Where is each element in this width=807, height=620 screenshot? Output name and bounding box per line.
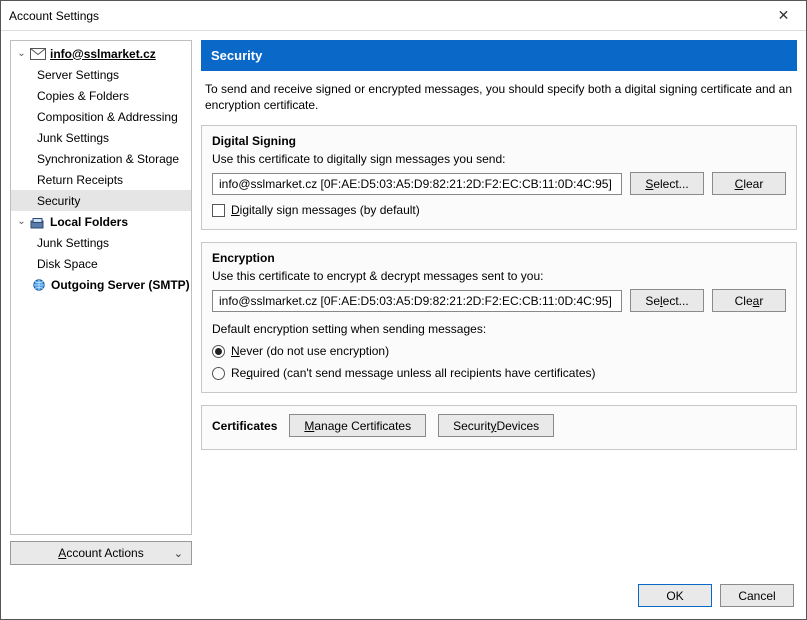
encryption-select-button[interactable]: Select... (630, 289, 704, 312)
sidebar-panel: ⌄ info@sslmarket.cz Server Settings Copi… (10, 40, 192, 565)
tree-item-junk-settings[interactable]: Junk Settings (11, 127, 191, 148)
window-title: Account Settings (9, 9, 761, 23)
tree-label: Copies & Folders (37, 89, 129, 103)
tree-label: Synchronization & Storage (37, 152, 179, 166)
radio-required-label[interactable]: Required (can't send message unless all … (231, 366, 596, 380)
tree-label: Junk Settings (37, 236, 109, 250)
tree-account-root[interactable]: ⌄ info@sslmarket.cz (11, 43, 191, 64)
tree-label: Disk Space (37, 257, 98, 271)
signing-cert-field[interactable]: info@sslmarket.cz [0F:AE:D5:03:A5:D9:82:… (212, 173, 622, 195)
encryption-subhead: Default encryption setting when sending … (212, 322, 786, 336)
tree-item-security[interactable]: Security (11, 190, 191, 211)
sign-by-default-label[interactable]: Digitally sign messages (by default) (231, 203, 420, 217)
smtp-icon (31, 278, 47, 292)
mail-icon (30, 47, 46, 61)
folder-icon (30, 215, 46, 229)
radio-required[interactable] (212, 367, 225, 380)
tree-label: Local Folders (50, 215, 128, 229)
account-tree: ⌄ info@sslmarket.cz Server Settings Copi… (10, 40, 192, 535)
digital-signing-group: Digital Signing Use this certificate to … (201, 125, 797, 230)
tree-label: Composition & Addressing (37, 110, 178, 124)
twisty-icon[interactable]: ⌄ (17, 48, 26, 59)
tree-item-junk-settings-local[interactable]: Junk Settings (11, 232, 191, 253)
security-devices-button[interactable]: Security Devices (438, 414, 554, 437)
tree-label: Server Settings (37, 68, 119, 82)
tree-item-outgoing-smtp[interactable]: Outgoing Server (SMTP) (11, 274, 191, 295)
encryption-clear-button[interactable]: Clear (712, 289, 786, 312)
radio-never[interactable] (212, 345, 225, 358)
twisty-icon[interactable]: ⌄ (17, 216, 26, 227)
signing-clear-button[interactable]: Clear (712, 172, 786, 195)
certificates-group: Certificates Manage Certificates Securit… (201, 405, 797, 450)
radio-never-label[interactable]: Never (do not use encryption) (231, 344, 389, 358)
group-title: Encryption (212, 251, 786, 265)
account-actions-button[interactable]: Account Actions ⌄ (10, 541, 192, 565)
dialog-body: ⌄ info@sslmarket.cz Server Settings Copi… (1, 31, 806, 574)
close-button[interactable]: ✕ (761, 1, 806, 30)
group-desc: Use this certificate to digitally sign m… (212, 152, 786, 166)
certificates-label: Certificates (212, 419, 277, 433)
tree-item-server-settings[interactable]: Server Settings (11, 64, 191, 85)
tree-label: Junk Settings (37, 131, 109, 145)
account-actions-label: Account Actions (58, 546, 143, 560)
intro-text: To send and receive signed or encrypted … (201, 71, 797, 125)
page-header: Security (201, 40, 797, 71)
tree-item-sync-storage[interactable]: Synchronization & Storage (11, 148, 191, 169)
cancel-button[interactable]: Cancel (720, 584, 794, 607)
tree-label: Outgoing Server (SMTP) (51, 278, 190, 292)
sign-by-default-checkbox[interactable] (212, 204, 225, 217)
tree-item-disk-space[interactable]: Disk Space (11, 253, 191, 274)
group-title: Digital Signing (212, 134, 786, 148)
signing-select-button[interactable]: Select... (630, 172, 704, 195)
chevron-down-icon: ⌄ (174, 547, 183, 560)
dialog-footer: OK Cancel (1, 574, 806, 619)
group-desc: Use this certificate to encrypt & decryp… (212, 269, 786, 283)
main-panel: Security To send and receive signed or e… (201, 40, 797, 565)
tree-item-return-receipts[interactable]: Return Receipts (11, 169, 191, 190)
tree-label: Return Receipts (37, 173, 123, 187)
tree-label: info@sslmarket.cz (50, 47, 156, 61)
tree-item-copies-folders[interactable]: Copies & Folders (11, 85, 191, 106)
close-icon: ✕ (778, 7, 790, 24)
tree-local-folders-root[interactable]: ⌄ Local Folders (11, 211, 191, 232)
tree-label: Security (37, 194, 80, 208)
tree-item-composition-addressing[interactable]: Composition & Addressing (11, 106, 191, 127)
title-bar: Account Settings ✕ (1, 1, 806, 31)
manage-certificates-button[interactable]: Manage Certificates (289, 414, 426, 437)
encryption-cert-field[interactable]: info@sslmarket.cz [0F:AE:D5:03:A5:D9:82:… (212, 290, 622, 312)
ok-button[interactable]: OK (638, 584, 712, 607)
encryption-group: Encryption Use this certificate to encry… (201, 242, 797, 393)
